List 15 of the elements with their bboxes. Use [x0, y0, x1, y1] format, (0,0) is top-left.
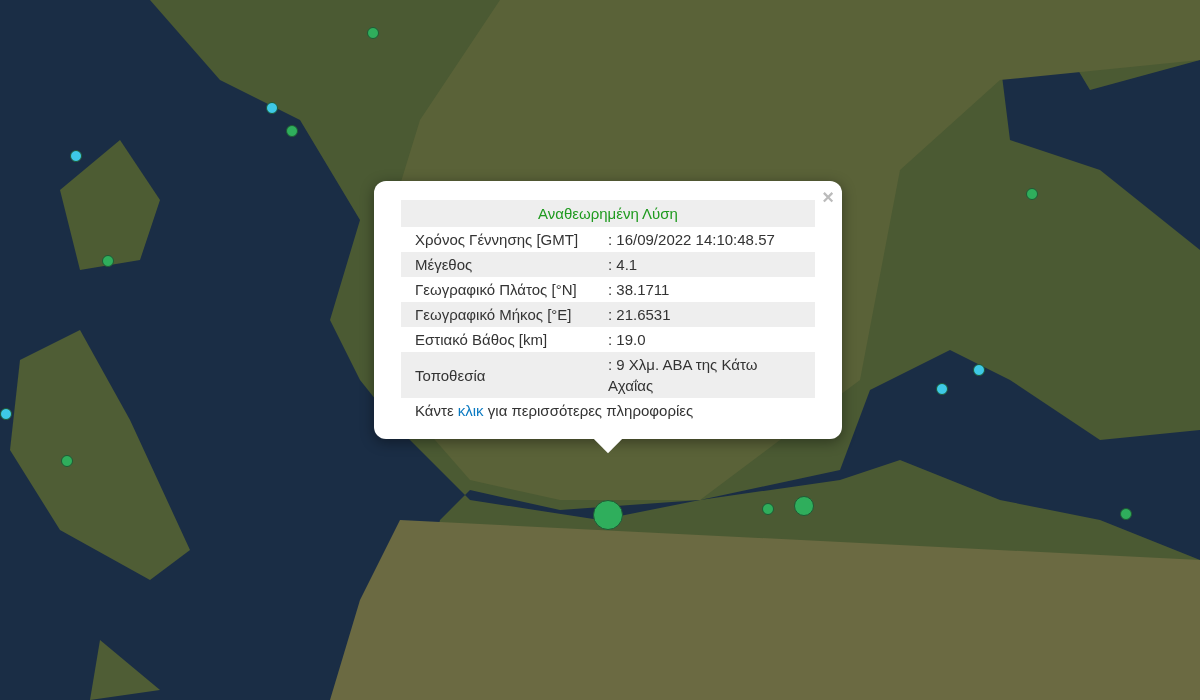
field-label: Γεωγραφικό Μήκος [°E] [401, 302, 608, 327]
field-value: : 4.1 [608, 252, 815, 277]
field-label: Τοποθεσία [401, 352, 608, 398]
field-label: Μέγεθος [401, 252, 608, 277]
field-label: Γεωγραφικό Πλάτος [°N] [401, 277, 608, 302]
more-info-text: Κάντε κλικ για περισσότερες πληροφορίες [414, 401, 695, 419]
field-label: Χρόνος Γέννησης [GMT] [401, 227, 608, 252]
more-info-link[interactable]: κλικ [457, 402, 484, 419]
field-value: : 19.0 [608, 327, 815, 352]
field-value: : 21.6531 [608, 302, 815, 327]
popup-title: Αναθεωρημένη Λύση [401, 200, 815, 227]
field-label: Εστιακό Βάθος [km] [401, 327, 608, 352]
field-value: : 9 Χλμ. ΑΒΑ της Κάτω Αχαΐας [608, 352, 815, 398]
field-value: : 38.1711 [608, 277, 815, 302]
field-value: : 16/09/2022 14:10:48.57 [608, 227, 815, 252]
